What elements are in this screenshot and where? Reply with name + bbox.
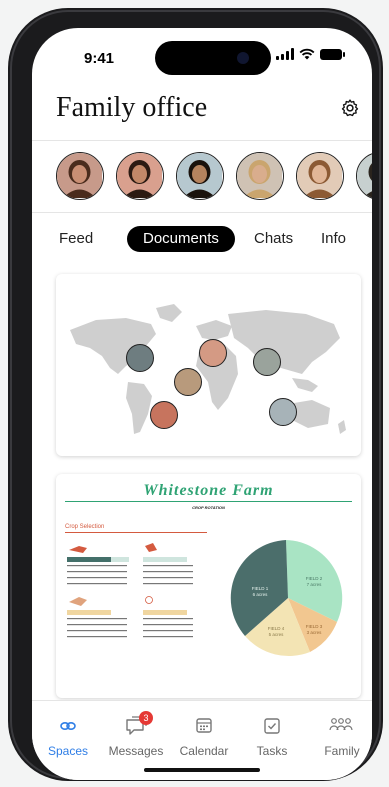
battery-icon <box>320 49 345 60</box>
pie-label-field-4: FIELD 4 <box>268 626 285 631</box>
section-rule <box>65 532 207 533</box>
avatar[interactable] <box>56 152 104 200</box>
camera-icon <box>237 52 249 64</box>
document-title: Whitestone Farm <box>143 482 274 499</box>
home-indicator <box>144 768 260 772</box>
calendar-icon <box>196 718 212 733</box>
avatar[interactable] <box>356 152 372 200</box>
map-pin-avatar <box>253 348 281 376</box>
map-pin-avatar <box>269 398 297 426</box>
signal-icon <box>276 48 294 60</box>
map-document-card[interactable] <box>56 274 361 456</box>
avatar[interactable] <box>176 152 224 200</box>
map-pin-avatar <box>150 401 178 429</box>
app-screen: 9:41 Family office Feed Documents Chats … <box>32 28 372 780</box>
pie-label-acres-1: 6 acres <box>253 592 269 597</box>
farm-document-card[interactable]: Whitestone Farm CROP ROTATION Crop Selec… <box>56 474 361 698</box>
pie-label-acres-4: 5 acres <box>269 632 285 637</box>
members-row <box>56 152 372 200</box>
messages-badge: 3 <box>139 711 153 725</box>
field-pie-chart: FIELD 1 6 acres FIELD 2 7 acres FIELD 3 … <box>230 540 343 657</box>
title-rule <box>65 501 352 502</box>
page-title: Family office <box>56 92 208 123</box>
tab-bar: Feed Documents Chats Info <box>32 226 372 254</box>
tab-info[interactable]: Info <box>321 226 346 252</box>
document-subtitle: CROP ROTATION <box>192 505 225 510</box>
pie-label-field-3: FIELD 3 <box>306 624 323 629</box>
header-divider <box>32 140 372 141</box>
tab-documents[interactable]: Documents <box>127 226 235 252</box>
nav-label: Tasks <box>256 744 288 758</box>
nav-label: Family <box>324 744 360 758</box>
map-pin-avatar <box>199 339 227 367</box>
gear-icon[interactable] <box>340 98 360 118</box>
tab-chats[interactable]: Chats <box>254 226 293 252</box>
pie-label-acres-2: 7 acres <box>307 582 323 587</box>
tab-feed[interactable]: Feed <box>59 226 93 252</box>
section-label: Crop Selection <box>65 524 105 530</box>
nav-label: Messages <box>108 744 164 758</box>
nav-label: Calendar <box>179 744 229 758</box>
phone-frame: 9:41 Family office Feed Documents Chats … <box>8 8 383 781</box>
map-pin-avatar <box>126 344 154 372</box>
dynamic-island <box>155 41 271 75</box>
map-pin-avatar <box>174 368 202 396</box>
nav-label: Spaces <box>47 744 89 758</box>
avatar[interactable] <box>116 152 164 200</box>
family-icon <box>329 718 353 731</box>
pie-label-field-1: FIELD 1 <box>252 586 269 591</box>
status-icons <box>276 48 345 60</box>
crop-tables <box>67 543 193 638</box>
pie-label-field-2: FIELD 2 <box>306 576 323 581</box>
wifi-icon <box>299 48 315 60</box>
spaces-icon <box>60 722 76 731</box>
avatar[interactable] <box>296 152 344 200</box>
pie-label-acres-3: 3 acres <box>307 630 323 635</box>
tasks-icon <box>264 718 280 734</box>
avatars-divider <box>32 212 372 213</box>
status-time: 9:41 <box>84 50 115 67</box>
avatar[interactable] <box>236 152 284 200</box>
